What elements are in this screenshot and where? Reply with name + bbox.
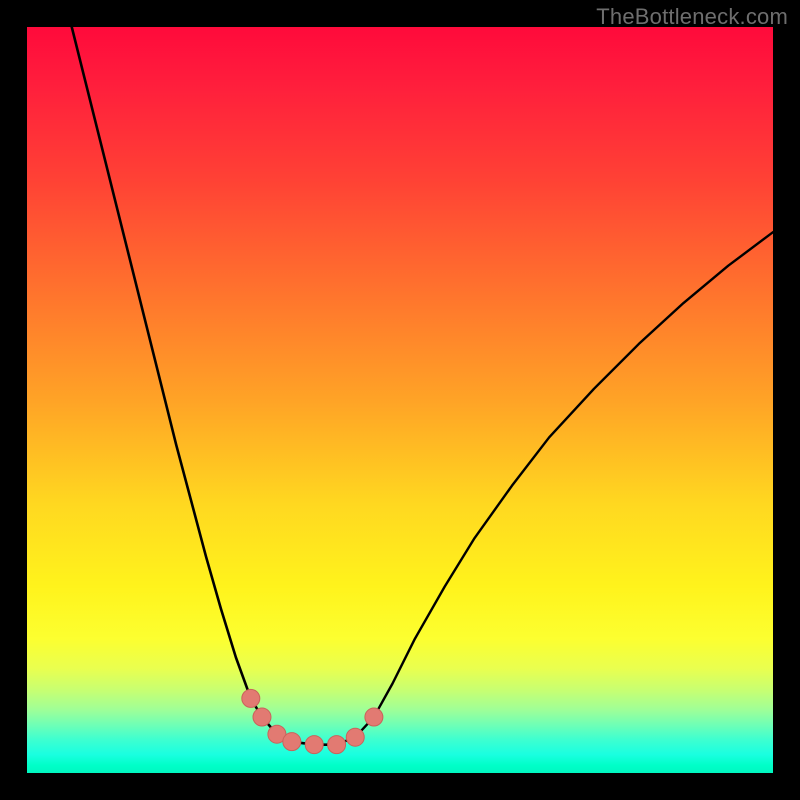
marker-dot [305, 736, 323, 754]
marker-dot [253, 708, 271, 726]
marker-dot [328, 736, 346, 754]
curve-right-branch [337, 232, 773, 745]
marker-dot [242, 689, 260, 707]
chart-svg [27, 27, 773, 773]
marker-dot [283, 733, 301, 751]
plot-area [27, 27, 773, 773]
curve-left-branch [72, 27, 337, 745]
marker-layer [242, 689, 383, 753]
marker-dot [365, 708, 383, 726]
outer-frame: TheBottleneck.com [0, 0, 800, 800]
watermark-text: TheBottleneck.com [596, 4, 788, 30]
curve-layer [72, 27, 773, 745]
marker-dot [346, 728, 364, 746]
